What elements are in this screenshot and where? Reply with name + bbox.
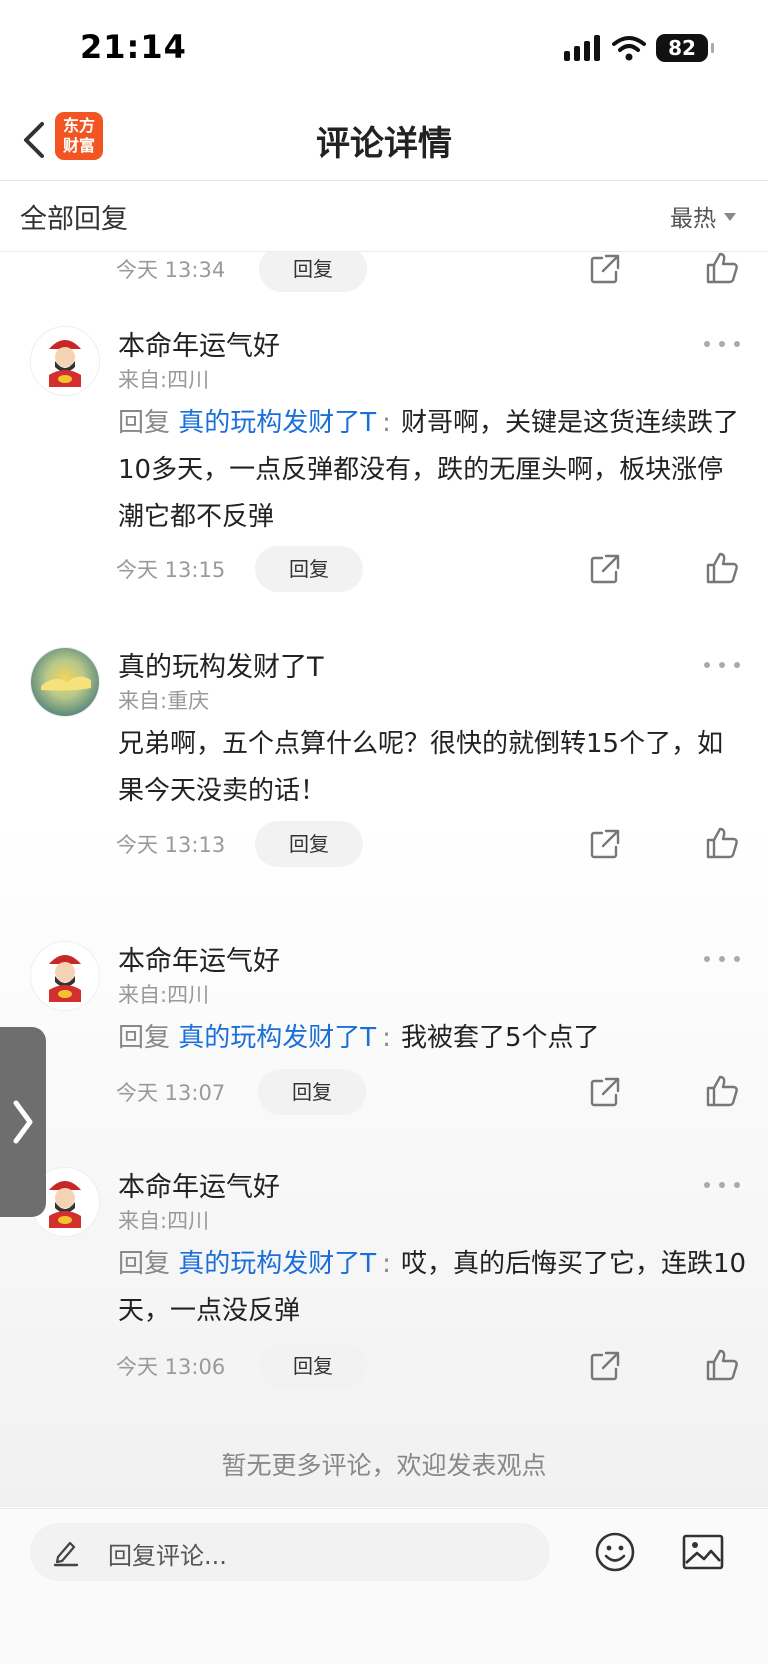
comment-body: 我被套了5个点了 — [400, 1023, 600, 1053]
comment-item: 本命年运气好 来自:四川 回复 真的玩构发财了T: 财哥啊，关键是这货连续跌了10… — [0, 324, 768, 604]
reply-comment-input[interactable]: 回复评论... — [30, 1523, 550, 1581]
reply-button[interactable]: 回复 — [258, 1069, 366, 1115]
replies-header: 全部回复 最热 — [0, 181, 768, 252]
mention-link[interactable]: 真的玩构发财了T — [178, 1249, 376, 1279]
share-icon[interactable] — [588, 552, 622, 586]
user-avatar[interactable] — [30, 941, 100, 1011]
share-icon[interactable] — [588, 827, 622, 861]
sort-selector[interactable]: 最热 — [670, 199, 736, 233]
more-options-icon[interactable] — [704, 336, 740, 352]
wifi-icon — [612, 36, 646, 61]
comment-text: 回复 真的玩构发财了T: 财哥啊，关键是这货连续跌了10多天，一点反弹都没有，跌的… — [118, 400, 748, 541]
like-icon[interactable] — [704, 825, 740, 861]
comment-item: 真的玩构发财了T 来自:重庆 兄弟啊，五个点算什么呢？很快的就倒转15个了，如果… — [0, 645, 768, 895]
avatar-image — [31, 327, 99, 395]
more-options-icon[interactable] — [704, 1177, 740, 1193]
dropdown-arrow-icon — [724, 213, 736, 221]
share-icon[interactable] — [588, 1075, 622, 1109]
image-icon[interactable] — [682, 1533, 724, 1571]
user-avatar[interactable] — [30, 647, 100, 717]
reply-button[interactable]: 回复 — [255, 821, 363, 867]
signal-icon — [564, 35, 600, 61]
username[interactable]: 真的玩构发财了T — [118, 645, 324, 684]
mention-colon: : — [382, 1249, 391, 1279]
all-replies-title: 全部回复 — [20, 204, 128, 235]
end-of-comments-message: 暂无更多评论，欢迎发表观点 — [221, 1451, 547, 1480]
comment-list: 今天 13:34 回复 本命年运气好 来自:四川 回复 真的玩构发财了T: 财哥啊… — [0, 252, 768, 1507]
comment-time: 今天 13:15 — [116, 558, 226, 582]
share-icon[interactable] — [588, 1349, 622, 1383]
user-avatar[interactable] — [30, 326, 100, 396]
comment-time: 今天 13:13 — [116, 833, 226, 857]
username[interactable]: 本命年运气好 — [118, 1165, 280, 1204]
username[interactable]: 本命年运气好 — [118, 939, 280, 978]
reply-button[interactable]: 回复 — [259, 1343, 367, 1389]
user-location: 来自:重庆 — [118, 689, 210, 713]
like-icon[interactable] — [704, 252, 740, 286]
reply-placeholder: 回复评论... — [108, 1542, 227, 1570]
pencil-icon — [53, 1541, 79, 1567]
reply-prefix: 回复 — [118, 1023, 171, 1053]
chevron-right-icon — [13, 1100, 33, 1144]
comment-text: 兄弟啊，五个点算什么呢？很快的就倒转15个了，如果今天没卖的话！ — [118, 729, 724, 806]
page-title: 评论详情 — [316, 124, 452, 164]
comment-actions: 今天 13:06 回复 — [0, 1343, 768, 1391]
side-drawer-tab[interactable] — [0, 1027, 46, 1217]
bottom-input-bar: 回复评论... — [0, 1508, 768, 1664]
mention-link[interactable]: 真的玩构发财了T — [178, 408, 376, 438]
avatar-image — [31, 648, 99, 716]
user-location: 来自:四川 — [118, 368, 210, 392]
comment-actions: 今天 13:15 回复 — [0, 546, 768, 594]
like-icon[interactable] — [704, 1073, 740, 1109]
more-options-icon[interactable] — [704, 951, 740, 967]
mention-colon: : — [382, 408, 391, 438]
sort-label: 最热 — [670, 206, 716, 232]
comment-time: 今天 13:06 — [116, 1355, 226, 1379]
comment-time: 今天 13:34 — [116, 258, 226, 282]
reply-button[interactable]: 回复 — [259, 252, 367, 292]
comment-time: 今天 13:07 — [116, 1081, 226, 1105]
username[interactable]: 本命年运气好 — [118, 324, 280, 363]
status-time: 21:14 — [80, 28, 187, 66]
comment-actions: 今天 13:07 回复 — [0, 1069, 768, 1117]
status-bar: 21:14 82 — [0, 0, 768, 100]
comment-text: 回复 真的玩构发财了T: 我被套了5个点了 — [118, 1015, 748, 1062]
emoji-icon[interactable] — [594, 1531, 636, 1573]
mention-link[interactable]: 真的玩构发财了T — [178, 1023, 376, 1053]
like-icon[interactable] — [704, 1347, 740, 1383]
reply-prefix: 回复 — [118, 408, 171, 438]
comment-actions: 今天 13:13 回复 — [0, 821, 768, 869]
mention-colon: : — [382, 1023, 391, 1053]
comment-text: 回复 真的玩构发财了T: 哎，真的后悔买了它，连跌10天，一点没反弹 — [118, 1241, 748, 1335]
reply-button[interactable]: 回复 — [255, 546, 363, 592]
user-location: 来自:四川 — [118, 983, 210, 1007]
battery-indicator: 82 — [656, 34, 714, 62]
comment-actions: 今天 13:34 回复 — [0, 252, 768, 294]
user-location: 来自:四川 — [118, 1209, 210, 1233]
comment-item: 本命年运气好 来自:四川 回复 真的玩构发财了T: 我被套了5个点了 今天 13:… — [0, 939, 768, 1129]
like-icon[interactable] — [704, 550, 740, 586]
nav-bar: 东方 财富 评论详情 — [0, 100, 768, 181]
share-icon[interactable] — [588, 252, 622, 286]
reply-prefix: 回复 — [118, 1249, 171, 1279]
status-icons: 82 — [564, 34, 714, 62]
comment-item: 本命年运气好 来自:四川 回复 真的玩构发财了T: 哎，真的后悔买了它，连跌10天… — [0, 1165, 768, 1405]
more-options-icon[interactable] — [704, 657, 740, 673]
avatar-image — [31, 942, 99, 1010]
